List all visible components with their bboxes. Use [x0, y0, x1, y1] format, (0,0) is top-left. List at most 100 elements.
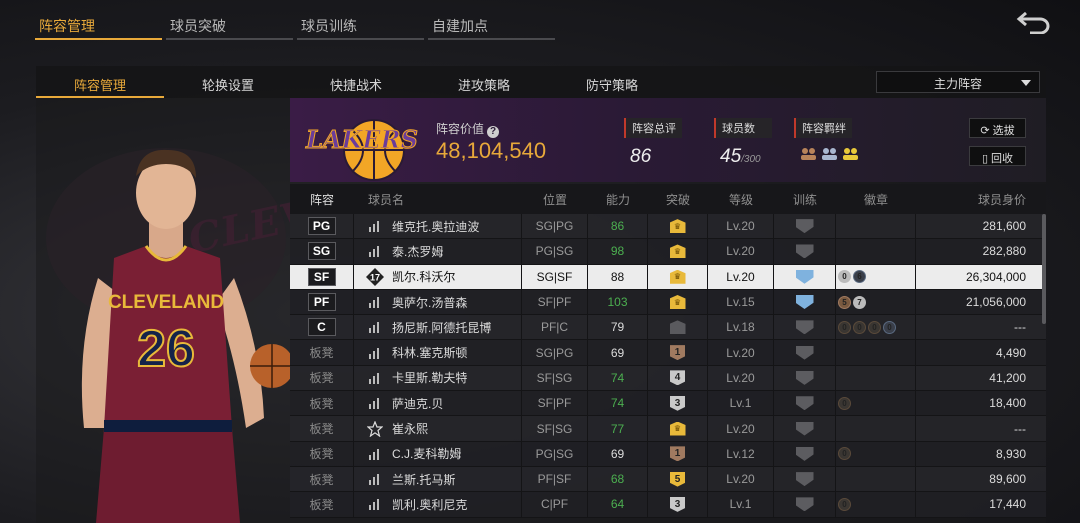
recycle-button[interactable]: ▯ 回收 — [969, 146, 1026, 166]
table-row[interactable]: 板凳 科林.塞克斯顿 SG|PG 69 1 Lv.20 4,490 — [290, 340, 1046, 366]
bond-stat: 阵容羁绊 — [794, 118, 859, 161]
table-row[interactable]: 板凳 卡里斯.勒夫特 SF|SG 74 4 Lv.20 41,200 — [290, 365, 1046, 392]
col-price[interactable]: 球员身价 — [916, 191, 1046, 208]
lineup-value-label-text: 阵容价值 — [436, 122, 485, 136]
top-tab-breakthrough[interactable]: 球员突破 — [166, 8, 293, 40]
lineup-cell: 板凳 — [290, 416, 354, 441]
help-icon[interactable]: ? — [487, 126, 500, 138]
position-cell: SG|SF — [522, 264, 588, 289]
badges-cell: 0 — [836, 492, 916, 517]
badge-icon: 5 — [838, 295, 851, 309]
table-row[interactable]: 板凳 崔永熙 SF|SG 77 ♛ Lv.20 --- — [290, 416, 1046, 442]
top-tab-lineup[interactable]: 阵容管理 — [35, 8, 162, 40]
lineup-slot-bench[interactable]: 板凳 — [309, 395, 333, 412]
sub-tab-offense[interactable]: 进攻策略 — [420, 66, 548, 98]
sub-tab-defense[interactable]: 防守策略 — [548, 66, 676, 98]
bond-gold-icon[interactable] — [842, 146, 859, 161]
col-breakthrough[interactable]: 突破 — [648, 191, 708, 208]
ability-cell: 77 — [588, 416, 648, 441]
breakthrough-cell: 4 — [648, 365, 708, 391]
training-shield-icon — [795, 295, 814, 310]
table-row[interactable]: C 扬尼斯.阿德托昆博 PF|C 79 Lv.18 0000 --- — [290, 315, 1046, 341]
lineup-summary: LAKERS 阵容价值? 48,104,540 阵容总评 86 球员数 45/3… — [290, 98, 1046, 182]
position-cell: PG|SG — [522, 441, 588, 466]
training-cell — [774, 340, 836, 365]
player-image: CLEVELAND 26 — [46, 148, 290, 523]
badges-cell: 0 — [836, 391, 916, 416]
top-tab-training[interactable]: 球员训练 — [297, 8, 424, 40]
lineup-cell: PG — [290, 214, 354, 239]
training-cell — [774, 315, 836, 340]
table-row[interactable]: 板凳 凯利.奥利尼克 C|PF 64 3 Lv.1 0 17,440 — [290, 492, 1046, 518]
name-cell: 科林.塞克斯顿 — [354, 340, 522, 365]
lineup-slot[interactable]: PF — [307, 293, 336, 312]
bond-silver-icon[interactable] — [821, 146, 838, 161]
col-badges[interactable]: 徽章 — [836, 191, 916, 208]
price-cell: 4,490 — [995, 345, 1026, 360]
sub-tab-rotation[interactable]: 轮换设置 — [164, 66, 292, 98]
training-cell — [774, 416, 836, 441]
ability-cell: 103 — [588, 289, 648, 315]
star-icon — [367, 420, 383, 437]
lineup-slot-bench[interactable]: 板凳 — [309, 496, 333, 513]
bond-bronze-icon[interactable] — [800, 146, 817, 161]
table-row[interactable]: 板凳 兰斯.托马斯 PF|SF 68 5 Lv.20 89,600 — [290, 466, 1046, 493]
lineup-slot[interactable]: PG — [307, 217, 336, 236]
badge-icon: 0 — [838, 447, 851, 461]
ability-cell: 74 — [588, 391, 648, 416]
lineup-slot[interactable]: SG — [307, 242, 336, 261]
lineup-slot[interactable]: C — [307, 318, 336, 337]
training-cell — [774, 441, 836, 466]
name-cell: 维克托.奥拉迪波 — [354, 214, 522, 239]
lineup-slot-bench[interactable]: 板凳 — [309, 344, 333, 361]
badges-cell — [836, 214, 916, 239]
name-cell: 卡里斯.勒夫特 — [354, 365, 522, 391]
lineup-slot-bench[interactable]: 板凳 — [309, 369, 333, 386]
table-row[interactable]: PF 奥萨尔.汤普森 SF|PF 103 ♛ Lv.15 57 21,056,0… — [290, 289, 1046, 316]
crown-icon: ♛ — [669, 244, 686, 259]
pick-button[interactable]: ⟳ 选拔 — [969, 118, 1026, 138]
table-scrollbar[interactable] — [1042, 214, 1046, 324]
table-body: PG 维克托.奥拉迪波 SG|PG 86 ♛ Lv.20 281,600 SG … — [290, 214, 1046, 518]
col-ability[interactable]: 能力 — [588, 191, 648, 208]
sub-tab-lineup[interactable]: 阵容管理 — [36, 66, 164, 98]
sub-tab-quick-tactics[interactable]: 快捷战术 — [292, 66, 420, 98]
col-name[interactable]: 球员名 — [354, 191, 522, 208]
training-cell — [774, 466, 836, 492]
col-badges-label: 徽章 — [863, 192, 888, 207]
table-row[interactable]: SG 泰.杰罗姆 PG|SG 98 ♛ Lv.20 282,880 — [290, 239, 1046, 265]
price-cell: 41,200 — [989, 370, 1026, 385]
pick-button-label: 选拔 — [992, 125, 1015, 137]
lineup-cell: SF — [290, 264, 354, 289]
training-shield-icon — [795, 472, 814, 487]
bond-icons[interactable] — [794, 146, 859, 161]
lineup-slot-bench[interactable]: 板凳 — [309, 445, 333, 462]
badge-icon: 6 — [853, 270, 866, 284]
badge-icon: 7 — [853, 295, 866, 309]
position-cell: SG|PG — [522, 214, 588, 239]
col-position[interactable]: 位置 — [522, 191, 588, 208]
breakthrough-badge: 4 — [670, 370, 685, 386]
lineup-slot-bench[interactable]: 板凳 — [309, 420, 333, 437]
table-header: 阵容 球员名 位置 能力 突破 等级 训练 徽章 球员身价 — [290, 184, 1046, 214]
table-row[interactable]: 板凳 萨迪克.贝 SF|PF 74 3 Lv.1 0 18,400 — [290, 391, 1046, 417]
signal-bars-icon — [369, 297, 379, 309]
col-level[interactable]: 等级 — [708, 191, 774, 208]
table-row[interactable]: SF 17 凯尔.科沃尔 SG|SF 88 ♛ Lv.20 06 26,304,0… — [290, 264, 1046, 290]
badges-cell: 06 — [836, 264, 916, 289]
back-arrow-icon[interactable] — [1016, 10, 1052, 34]
crown-icon: ♛ — [669, 269, 686, 284]
table-row[interactable]: 板凳 C.J.麦科勒姆 PG|SG 69 1 Lv.12 0 8,930 — [290, 441, 1046, 467]
col-lineup[interactable]: 阵容 — [290, 191, 354, 208]
lineup-cell: 板凳 — [290, 492, 354, 517]
lineup-slot[interactable]: SF — [307, 267, 336, 286]
name-cell: 兰斯.托马斯 — [354, 466, 522, 492]
top-tab-custom-points[interactable]: 自建加点 — [428, 8, 555, 40]
lineup-dropdown[interactable]: 主力阵容 — [876, 71, 1040, 93]
col-training[interactable]: 训练 — [774, 191, 836, 208]
table-row[interactable]: PG 维克托.奥拉迪波 SG|PG 86 ♛ Lv.20 281,600 — [290, 214, 1046, 240]
player-count-value: 45/300 — [714, 146, 772, 168]
lineup-slot-bench[interactable]: 板凳 — [309, 471, 333, 488]
breakthrough-cell: ♛ — [648, 214, 708, 239]
price-cell: 281,600 — [982, 219, 1026, 234]
